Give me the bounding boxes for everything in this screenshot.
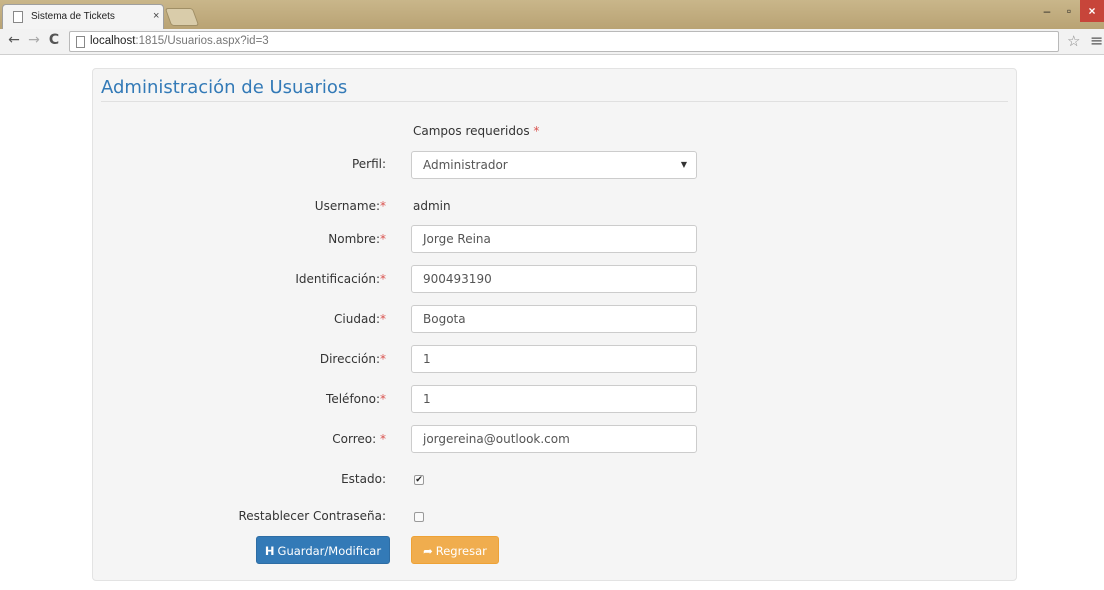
- reload-icon[interactable]: C: [46, 32, 62, 48]
- minimize-button[interactable]: –: [1036, 0, 1058, 22]
- page-icon: [13, 11, 23, 23]
- required-star: *: [380, 312, 386, 326]
- direccion-field[interactable]: 1: [411, 345, 697, 373]
- save-icon: H: [264, 544, 275, 558]
- required-star: *: [380, 272, 386, 286]
- reset-password-label: Restablecer Contraseña:: [238, 509, 386, 523]
- required-star: *: [380, 352, 386, 366]
- forward-arrow-icon[interactable]: →: [26, 32, 42, 48]
- page-icon: [76, 36, 85, 48]
- telefono-label-text: Teléfono:: [326, 392, 380, 406]
- required-star: *: [380, 199, 386, 213]
- username-value: admin: [413, 199, 451, 213]
- ciudad-label: Ciudad:*: [334, 312, 386, 326]
- correo-field[interactable]: jorgereina@outlook.com: [411, 425, 697, 453]
- nombre-label-text: Nombre:: [328, 232, 380, 246]
- nombre-label: Nombre:*: [328, 232, 386, 246]
- correo-label-text: Correo:: [332, 432, 377, 446]
- reset-password-checkbox[interactable]: [414, 512, 424, 522]
- identificacion-label-text: Identificación:: [295, 272, 380, 286]
- correo-label: Correo: *: [332, 432, 386, 446]
- telefono-label: Teléfono:*: [326, 392, 386, 406]
- back-button-label: Regresar: [435, 544, 487, 558]
- share-arrow-icon: ➦: [423, 544, 433, 558]
- page-title: Administración de Usuarios: [101, 77, 348, 98]
- tab-close-icon[interactable]: ×: [153, 10, 159, 22]
- title-divider: [101, 101, 1008, 102]
- address-bar[interactable]: localhost:1815/Usuarios.aspx?id=3: [69, 31, 1059, 52]
- username-label: Username:*: [315, 199, 386, 213]
- direccion-label: Dirección:*: [320, 352, 386, 366]
- required-star: *: [380, 232, 386, 246]
- ciudad-field[interactable]: Bogota: [411, 305, 697, 333]
- username-label-text: Username:: [314, 199, 380, 213]
- window-close-button[interactable]: ×: [1080, 0, 1104, 22]
- identificacion-field[interactable]: 900493190: [411, 265, 697, 293]
- estado-checkbox[interactable]: ✔: [414, 475, 424, 485]
- browser-toolbar: ← → C localhost:1815/Usuarios.aspx?id=3 …: [0, 29, 1104, 55]
- save-button[interactable]: H Guardar/Modificar: [256, 536, 390, 564]
- required-star: *: [533, 124, 540, 138]
- direccion-label-text: Dirección:: [319, 352, 380, 366]
- url-host: localhost: [90, 35, 136, 47]
- bookmark-star-icon[interactable]: ☆: [1067, 32, 1080, 50]
- perfil-value: Administrador: [423, 158, 508, 172]
- browser-tab[interactable]: Sistema de Tickets ×: [2, 4, 164, 29]
- telefono-field[interactable]: 1: [411, 385, 697, 413]
- perfil-label: Perfil:: [351, 157, 386, 171]
- tab-title: Sistema de Tickets: [31, 11, 115, 22]
- caret-down-icon: ▼: [680, 160, 687, 169]
- estado-label: Estado:: [341, 472, 386, 486]
- perfil-select[interactable]: Administrador ▼: [411, 151, 697, 179]
- menu-icon[interactable]: ≡: [1090, 31, 1103, 50]
- required-star: *: [380, 432, 386, 446]
- required-star: *: [380, 392, 386, 406]
- required-fields-note: Campos requeridos *: [413, 124, 539, 138]
- url-path: :1815/Usuarios.aspx?id=3: [135, 35, 269, 47]
- ciudad-label-text: Ciudad:: [334, 312, 380, 326]
- identificacion-label: Identificación:*: [295, 272, 386, 286]
- back-button[interactable]: ➦ Regresar: [411, 536, 499, 564]
- new-tab-button[interactable]: [164, 8, 200, 26]
- back-arrow-icon[interactable]: ←: [6, 32, 22, 48]
- save-button-label: Guardar/Modificar: [277, 544, 382, 558]
- user-admin-panel: Administración de Usuarios Campos requer…: [92, 68, 1017, 581]
- url-text[interactable]: localhost:1815/Usuarios.aspx?id=3: [90, 35, 269, 47]
- required-fields-text: Campos requeridos: [413, 124, 530, 138]
- nombre-field[interactable]: Jorge Reina: [411, 225, 697, 253]
- browser-titlebar: Sistema de Tickets × – ▫ ×: [0, 0, 1104, 29]
- maximize-button[interactable]: ▫: [1058, 0, 1080, 22]
